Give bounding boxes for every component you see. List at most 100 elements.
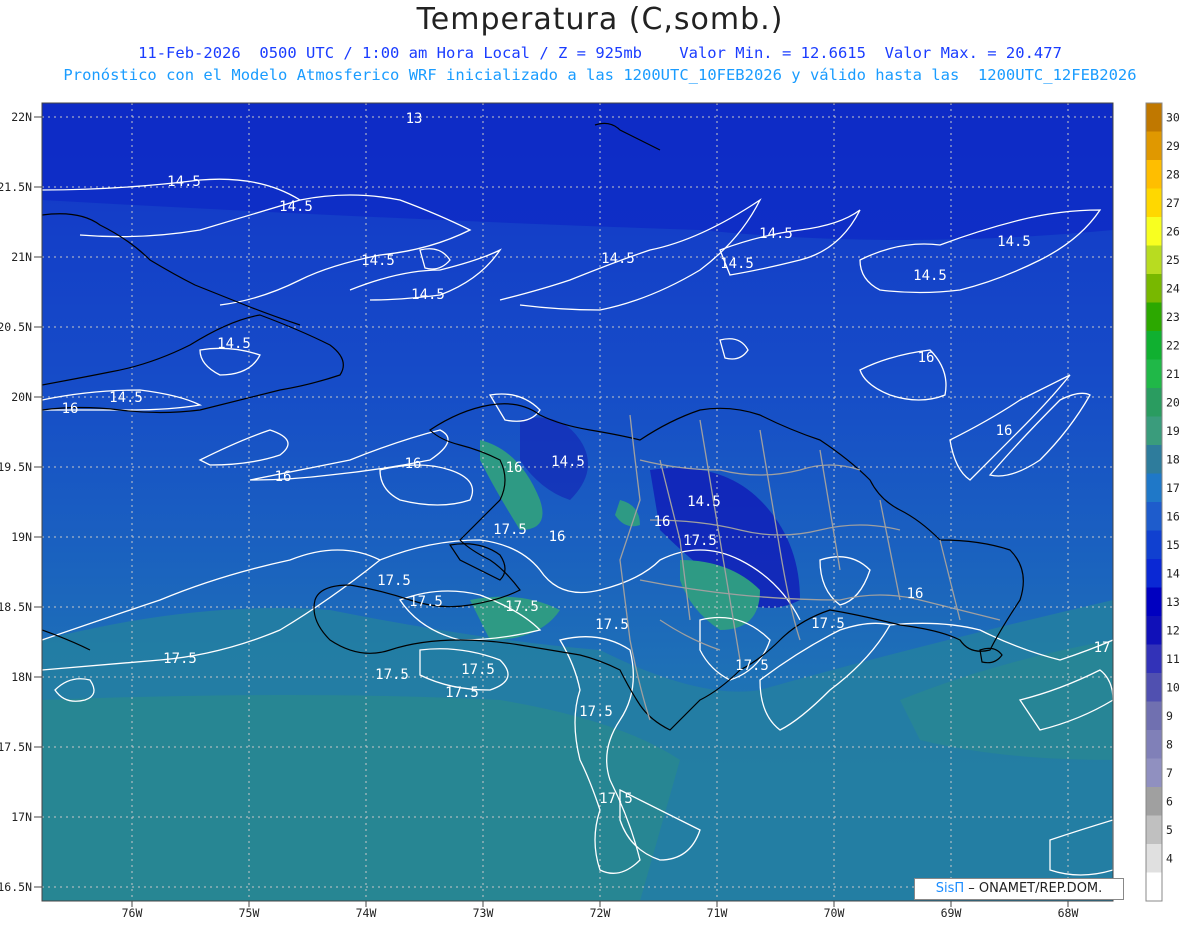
colorbar-label: 25 — [1166, 253, 1180, 267]
colorbar-label: 30 — [1166, 110, 1180, 124]
contour-label: 14.5 — [601, 251, 635, 267]
colorbar-swatch — [1146, 388, 1162, 417]
colorbar-swatch — [1146, 331, 1162, 360]
colorbar-label: 29 — [1166, 139, 1180, 153]
colorbar-label: 12 — [1166, 623, 1180, 637]
colorbar-swatch — [1146, 131, 1162, 160]
colorbar-swatch — [1146, 502, 1162, 531]
colorbar-label: 26 — [1166, 224, 1180, 238]
contour-label: 16 — [918, 350, 935, 366]
colorbar-label: 28 — [1166, 167, 1180, 181]
colorbar-label: 21 — [1166, 367, 1180, 381]
lat-label: 18N — [11, 670, 32, 684]
contour-label: 17.5 — [811, 616, 845, 632]
credit-text: – ONAMET/REP.DOM. — [964, 881, 1103, 896]
colorbar-swatch — [1146, 188, 1162, 217]
colorbar-swatch — [1146, 587, 1162, 616]
lon-label: 73W — [473, 906, 494, 920]
colorbar-swatch — [1146, 815, 1162, 844]
colorbar-label: 17 — [1166, 481, 1180, 495]
contour-label: 17.5 — [377, 573, 411, 589]
colorbar-swatch — [1146, 872, 1162, 901]
colorbar-swatch — [1146, 730, 1162, 759]
contour-label: 16 — [549, 529, 566, 545]
colorbar-swatch — [1146, 416, 1162, 445]
contour-label: 16 — [275, 469, 292, 485]
colorbar-label: 20 — [1166, 395, 1180, 409]
temperature-map: 13 14.5 14.5 14.5 14.5 14.5 14.5 14.5 14.5 14.5 14… — [0, 102, 1180, 920]
contour-label: 17.5 — [505, 599, 539, 615]
contour-label: 16 — [907, 586, 924, 602]
lat-label: 22N — [11, 110, 32, 124]
contour-label: 17.5 — [683, 533, 717, 549]
longitude-axis: 76W 75W 74W 73W 72W 71W 70W 69W 68W — [122, 901, 1078, 920]
latitude-axis: 22N 21.5N 21N 20.5N 20N 19.5N 19N 18.5N 18N 17.5N… — [0, 110, 42, 894]
colorbar-swatch — [1146, 473, 1162, 502]
colorbar-swatch — [1146, 758, 1162, 787]
lat-label: 19.5N — [0, 460, 32, 474]
contour-label: 17.5 — [445, 685, 479, 701]
contour-label: 17.5 — [493, 522, 527, 538]
colorbar-swatch — [1146, 644, 1162, 673]
colorbar-label: 10 — [1166, 680, 1180, 694]
sispi-logo: SisΠ — [935, 881, 965, 896]
credit-box: SisΠ – ONAMET/REP.DOM. — [914, 878, 1124, 900]
colorbar-swatch — [1146, 103, 1162, 132]
contour-label: 14.5 — [720, 256, 754, 272]
contour-label: 17.5 — [409, 594, 443, 610]
lat-label: 17N — [11, 810, 32, 824]
colorbar-label: 27 — [1166, 196, 1180, 210]
contour-label: 16 — [506, 460, 523, 476]
contour-label: 17.5 — [735, 658, 769, 674]
colorbar-label: 15 — [1166, 538, 1180, 552]
colorbar-swatch — [1146, 245, 1162, 274]
lat-label: 21N — [11, 250, 32, 264]
contour-label: 14.5 — [997, 234, 1031, 250]
lon-label: 70W — [824, 906, 845, 920]
contour-label: 14.5 — [411, 287, 445, 303]
colorbar-swatch — [1146, 359, 1162, 388]
contour-label: 14.5 — [913, 268, 947, 284]
colorbar-label: 4 — [1166, 851, 1173, 865]
colorbar-swatch — [1146, 559, 1162, 588]
lon-label: 74W — [356, 906, 377, 920]
colorbar-swatch — [1146, 787, 1162, 816]
lat-label: 20.5N — [0, 320, 32, 334]
contour-label: 17.5 — [163, 651, 197, 667]
colorbar-swatch — [1146, 530, 1162, 559]
colorbar-label: 23 — [1166, 310, 1180, 324]
contour-label: 16 — [654, 514, 671, 530]
colorbar-swatch — [1146, 302, 1162, 331]
contour-label: 14.5 — [759, 226, 793, 242]
colorbar-label: 6 — [1166, 794, 1173, 808]
lat-label: 19N — [11, 530, 32, 544]
lat-label: 17.5N — [0, 740, 32, 754]
colorbar: 30 29 28 27 26 25 24 23 22 21 20 19 18 17 16 15 14 13 12 11… — [1145, 102, 1180, 902]
contour-label: 14.5 — [361, 253, 395, 269]
contour-label: 17.5 — [461, 662, 495, 678]
colorbar-label: 5 — [1166, 823, 1173, 837]
lat-label: 16.5N — [0, 880, 32, 894]
colorbar-swatch — [1146, 274, 1162, 303]
colorbar-swatch — [1146, 844, 1162, 873]
colorbar-swatch — [1146, 160, 1162, 189]
contour-label: 14.5 — [687, 494, 721, 510]
contour-label: 17.5 — [375, 667, 409, 683]
contour-label: 17 — [1094, 640, 1111, 656]
colorbar-label: 18 — [1166, 452, 1180, 466]
lat-label: 20N — [11, 390, 32, 404]
colorbar-label: 16 — [1166, 509, 1180, 523]
shaded-field: 13 14.5 14.5 14.5 14.5 14.5 14.5 14.5 14.5 14.5 14… — [42, 103, 1113, 901]
contour-label: 17.5 — [595, 617, 629, 633]
colorbar-swatch — [1146, 217, 1162, 246]
colorbar-swatch — [1146, 701, 1162, 730]
lon-label: 69W — [941, 906, 962, 920]
colorbar-label: 9 — [1166, 709, 1173, 723]
lat-label: 21.5N — [0, 180, 32, 194]
contour-label: 16 — [405, 456, 422, 472]
colorbar-label: 11 — [1166, 652, 1180, 666]
colorbar-label: 13 — [1166, 595, 1180, 609]
contour-label: 17.5 — [599, 791, 633, 807]
lon-label: 76W — [122, 906, 143, 920]
contour-label: 16 — [62, 401, 79, 417]
